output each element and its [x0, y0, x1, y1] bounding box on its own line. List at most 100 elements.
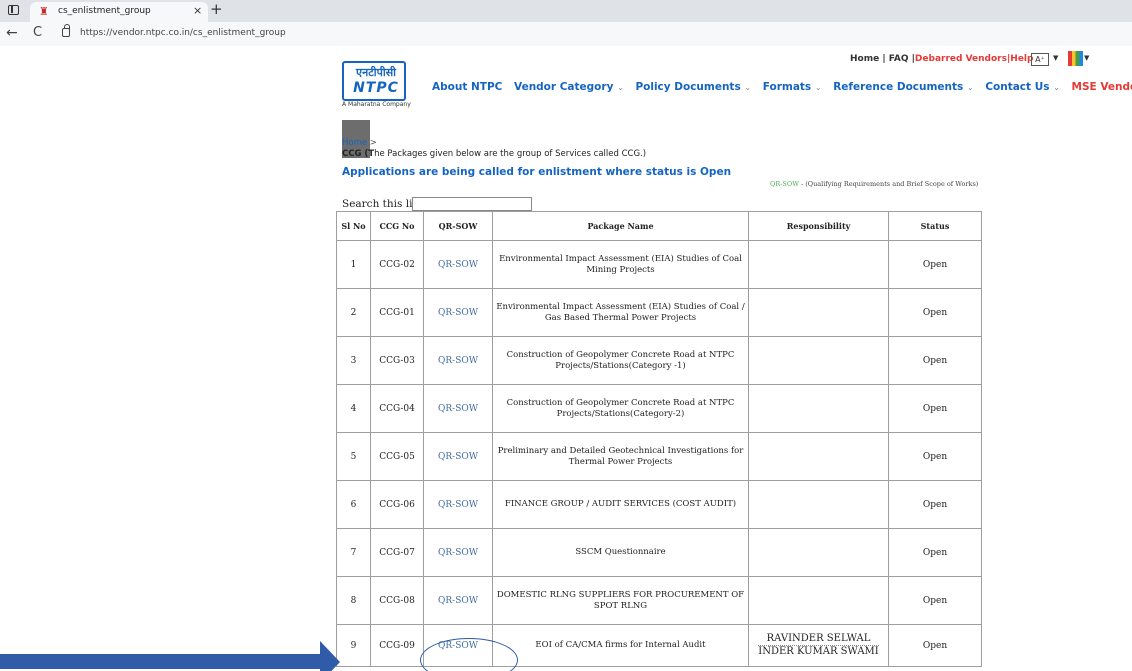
chevron-down-icon: ⌄ — [617, 83, 624, 92]
nav-contact-us[interactable]: Contact Us ⌄ — [985, 81, 1060, 93]
qr-sow-link[interactable]: QR-SOW — [423, 288, 493, 337]
qr-sow-link[interactable]: QR-SOW — [423, 240, 493, 289]
cell-ccg-no: CCG-02 — [370, 240, 424, 289]
ccg-description-rest: he Packages given below are the group of… — [374, 149, 647, 159]
qr-sow-link[interactable]: QR-SOW — [423, 336, 493, 385]
ntpc-favicon-icon: ♜ — [39, 5, 49, 18]
cell-sl-no: 8 — [336, 576, 371, 625]
legend-qr-sow: QR-SOW — [770, 180, 799, 188]
tab-actions-icon[interactable] — [8, 5, 19, 15]
color-theme-caret-icon[interactable]: ▼ — [1084, 54, 1089, 62]
cell-sl-no: 7 — [336, 528, 371, 577]
cell-package-name: Environmental Impact Assessment (EIA) St… — [492, 288, 749, 337]
url-field[interactable]: https://vendor.ntpc.co.in/cs_enlistment_… — [80, 28, 286, 38]
top-link-debarred-vendors[interactable]: Debarred Vendors — [915, 54, 1007, 64]
ccg-table: Sl No CCG No QR-SOW Package Name Respons… — [336, 211, 982, 667]
logo-tagline: A Maharatna Company — [342, 101, 411, 108]
column-header-ccg-no: CCG No — [370, 211, 424, 241]
cell-status: Open — [888, 624, 982, 667]
cell-package-name: FINANCE GROUP / AUDIT SERVICES (COST AUD… — [492, 480, 749, 529]
logo-frame: एनटीपीसी NTPC — [342, 61, 406, 101]
responsibility-name-2: INDER KUMAR SWAMI — [758, 645, 879, 657]
cell-responsibility — [748, 480, 889, 529]
cell-status: Open — [888, 528, 982, 577]
top-links: Home | FAQ |Debarred Vendors|Help — [850, 54, 1033, 64]
table-row: 5 CCG-05 QR-SOW Preliminary and Detailed… — [336, 432, 982, 481]
ccg-description-bold: CCG (T — [342, 149, 375, 159]
cell-package-name: SSCM Questionnaire — [492, 528, 749, 577]
cell-sl-no: 9 — [336, 624, 371, 667]
cell-package-name: Construction of Geopolymer Concrete Road… — [492, 384, 749, 433]
cell-status: Open — [888, 576, 982, 625]
top-link-faq[interactable]: FAQ — [889, 54, 909, 64]
font-size-caret-icon[interactable]: ▼ — [1053, 54, 1058, 62]
cell-sl-no: 4 — [336, 384, 371, 433]
cell-ccg-no: CCG-01 — [370, 288, 424, 337]
back-arrow-icon[interactable]: ← — [6, 25, 18, 41]
cell-sl-no: 5 — [336, 432, 371, 481]
tab-close-icon[interactable]: × — [193, 4, 202, 17]
font-size-button[interactable]: A⁺ — [1031, 53, 1049, 66]
nav-label: MSE Vendor Meet — [1071, 81, 1132, 93]
breadcrumb-separator: > — [367, 138, 377, 148]
nav-mse-vendor-meet[interactable]: MSE Vendor Meet ⌄ — [1072, 81, 1132, 93]
column-header-sl-no: Sl No — [336, 211, 371, 241]
nav-formats[interactable]: Formats ⌄ — [763, 81, 822, 93]
qr-sow-link[interactable]: QR-SOW — [423, 480, 493, 529]
qr-sow-link[interactable]: QR-SOW — [423, 384, 493, 433]
nav-policy-documents[interactable]: Policy Documents ⌄ — [635, 81, 751, 93]
logo-hindi-text: एनटीपीसी — [356, 66, 396, 79]
cell-responsibility — [748, 288, 889, 337]
cell-ccg-no: CCG-05 — [370, 432, 424, 481]
nav-reference-documents[interactable]: Reference Documents ⌄ — [833, 81, 973, 93]
table-header-row: Sl No CCG No QR-SOW Package Name Respons… — [336, 211, 982, 241]
table-row: 4 CCG-04 QR-SOW Construction of Geopolym… — [336, 384, 982, 433]
legend-description: - (Qualifying Requirements and Brief Sco… — [798, 180, 979, 188]
cell-sl-no: 6 — [336, 480, 371, 529]
browser-tab[interactable]: ♜ cs_enlistment_group × — [30, 2, 208, 22]
reload-icon[interactable]: C — [33, 25, 42, 40]
new-tab-icon[interactable]: + — [210, 0, 223, 18]
table-row: 8 CCG-08 QR-SOW DOMESTIC RLNG SUPPLIERS … — [336, 576, 982, 625]
table-row: 3 CCG-03 QR-SOW Construction of Geopolym… — [336, 336, 982, 385]
qr-sow-link[interactable]: QR-SOW — [423, 528, 493, 577]
main-nav: About NTPC Vendor Category ⌄ Policy Docu… — [432, 81, 1132, 93]
chevron-down-icon: ⌄ — [814, 83, 822, 92]
ccg-description: CCG (The Packages given below are the gr… — [342, 149, 646, 159]
cell-package-name: Environmental Impact Assessment (EIA) St… — [492, 240, 749, 289]
cell-ccg-no: CCG-07 — [370, 528, 424, 577]
qr-sow-link[interactable]: QR-SOW — [423, 432, 493, 481]
cell-package-name: EOI of CA/CMA firms for Internal Audit — [492, 624, 749, 667]
cell-ccg-no: CCG-04 — [370, 384, 424, 433]
address-bar: ← C https://vendor.ntpc.co.in/cs_enlistm… — [0, 22, 1132, 46]
qr-sow-link[interactable]: QR-SOW — [423, 576, 493, 625]
top-link-home[interactable]: Home — [850, 54, 879, 64]
cell-ccg-no: CCG-09 — [370, 624, 424, 667]
nav-about-ntpc[interactable]: About NTPC — [432, 81, 502, 93]
table-row: 6 CCG-06 QR-SOW FINANCE GROUP / AUDIT SE… — [336, 480, 982, 529]
table-row: 2 CCG-01 QR-SOW Environmental Impact Ass… — [336, 288, 982, 337]
cell-sl-no: 1 — [336, 240, 371, 289]
cell-package-name: Construction of Geopolymer Concrete Road… — [492, 336, 749, 385]
nav-vendor-category[interactable]: Vendor Category ⌄ — [514, 81, 624, 93]
nav-label: Reference Documents — [833, 81, 964, 93]
top-link-help[interactable]: Help — [1010, 54, 1033, 64]
logo-english-text: NTPC — [353, 80, 399, 96]
cell-sl-no: 3 — [336, 336, 371, 385]
browser-tab-bar: ♜ cs_enlistment_group × + — [0, 0, 1132, 22]
annotation-arrow-shaft — [0, 654, 322, 669]
chevron-down-icon: ⌄ — [1053, 83, 1060, 92]
cell-responsibility: RAVINDER SELWAL INDER KUMAR SWAMI — [748, 624, 889, 667]
breadcrumb: Home > — [342, 138, 377, 148]
cell-ccg-no: CCG-03 — [370, 336, 424, 385]
column-header-status: Status — [888, 211, 982, 241]
cell-responsibility — [748, 528, 889, 577]
color-theme-button[interactable] — [1068, 51, 1083, 66]
responsibility-name-1: RAVINDER SELWAL — [766, 633, 871, 644]
cell-ccg-no: CCG-08 — [370, 576, 424, 625]
ntpc-logo[interactable]: एनटीपीसी NTPC A Maharatna Company — [342, 61, 420, 108]
breadcrumb-home-link[interactable]: Home — [342, 138, 367, 148]
cell-status: Open — [888, 288, 982, 337]
search-input[interactable] — [412, 197, 532, 211]
table-row: 1 CCG-02 QR-SOW Environmental Impact Ass… — [336, 240, 982, 289]
